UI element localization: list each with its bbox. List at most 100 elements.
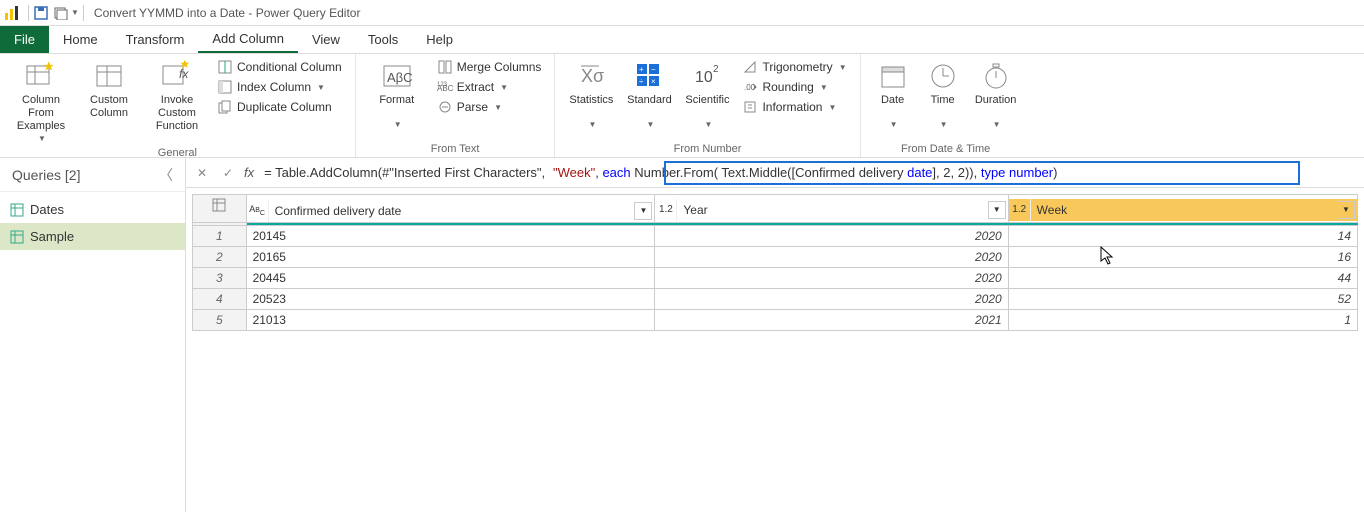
parse-button[interactable]: Parse▼ (434, 98, 545, 116)
scientific-icon: 102 (691, 60, 723, 92)
table-icon (93, 60, 125, 92)
data-grid[interactable]: ABC Confirmed delivery date ▼ 1.2 Year ▼… (192, 194, 1358, 331)
custom-column-label: Custom Column (80, 94, 138, 120)
cell[interactable]: 20445 (246, 267, 655, 288)
duration-button[interactable]: Duration▼ (971, 58, 1021, 132)
triangle-icon (742, 59, 758, 75)
index-column-button[interactable]: Index Column▼ (214, 78, 345, 96)
extract-button[interactable]: ABC123 Extract▼ (434, 78, 545, 96)
query-label: Sample (30, 229, 74, 244)
stopwatch-icon (980, 60, 1012, 92)
cell[interactable]: 16 (1008, 246, 1357, 267)
type-number-icon[interactable]: 1.2 (655, 199, 677, 221)
formula-input[interactable]: = Table.AddColumn(#"Inserted First Chara… (264, 165, 1358, 181)
collapse-icon[interactable]: 〈 (159, 165, 173, 185)
column-header-year[interactable]: 1.2 Year ▼ (655, 195, 1008, 223)
table-fx-icon: fx (161, 60, 193, 92)
duplicate-column-button[interactable]: Duplicate Column (214, 98, 345, 116)
table-row[interactable]: 2 20165 2020 16 (193, 246, 1358, 267)
cell[interactable]: 21013 (246, 309, 655, 330)
qat-dropdown-icon[interactable]: ▼ (71, 8, 79, 17)
title-bar: ▼ Convert YYMMD into a Date - Power Quer… (0, 0, 1364, 26)
cell[interactable]: 52 (1008, 288, 1357, 309)
standard-icon: +−÷× (633, 60, 665, 92)
column-filter-icon[interactable]: ▼ (1337, 201, 1355, 219)
row-number: 1 (193, 225, 247, 246)
column-from-examples-button[interactable]: Column From Examples▼ (10, 58, 72, 145)
standard-button[interactable]: +−÷× Standard▼ (623, 58, 675, 132)
table-row[interactable]: 3 20445 2020 44 (193, 267, 1358, 288)
cell[interactable]: 44 (1008, 267, 1357, 288)
svg-text:123: 123 (437, 82, 448, 88)
scientific-button[interactable]: 102 Scientific▼ (681, 58, 733, 132)
extract-icon: ABC123 (437, 79, 453, 95)
formula-bar: ✕ ✓ fx = Table.AddColumn(#"Inserted Firs… (186, 158, 1364, 188)
column-header-week[interactable]: 1.2 Week ▼ (1008, 195, 1357, 223)
column-filter-icon[interactable]: ▼ (988, 201, 1006, 219)
invoke-custom-function-button[interactable]: fx Invoke Custom Function (146, 58, 208, 136)
merge-icon (437, 59, 453, 75)
parse-icon (437, 99, 453, 115)
cell[interactable]: 2020 (655, 225, 1008, 246)
tab-home[interactable]: Home (49, 26, 112, 53)
tab-file[interactable]: File (0, 26, 49, 53)
table-row[interactable]: 4 20523 2020 52 (193, 288, 1358, 309)
table-row[interactable]: 1 20145 2020 14 (193, 225, 1358, 246)
tab-view[interactable]: View (298, 26, 354, 53)
conditional-column-button[interactable]: Conditional Column (214, 58, 345, 76)
queries-pane: Queries [2] 〈 Dates Sample (0, 158, 186, 512)
grid-corner[interactable] (193, 195, 247, 223)
cell[interactable]: 20523 (246, 288, 655, 309)
queries-header: Queries [2] 〈 (0, 158, 185, 192)
date-button[interactable]: Date▼ (871, 58, 915, 132)
table-row[interactable]: 5 21013 2021 1 (193, 309, 1358, 330)
tab-add-column[interactable]: Add Column (198, 26, 298, 53)
table-star-icon (25, 60, 57, 92)
svg-text:×: × (651, 77, 656, 86)
group-label-from-datetime: From Date & Time (871, 141, 1021, 155)
svg-text:÷: ÷ (639, 77, 644, 86)
rounding-button[interactable]: .00 Rounding▼ (739, 78, 849, 96)
column-header-confirmed-date[interactable]: ABC Confirmed delivery date ▼ (246, 195, 655, 223)
type-text-icon[interactable]: ABC (247, 200, 269, 222)
information-button[interactable]: Information▼ (739, 98, 849, 116)
cell[interactable]: 2020 (655, 288, 1008, 309)
save-icon[interactable] (33, 5, 49, 21)
qat-icon[interactable] (53, 5, 69, 21)
row-number: 4 (193, 288, 247, 309)
cell[interactable]: 1 (1008, 309, 1357, 330)
time-button[interactable]: Time▼ (921, 58, 965, 132)
type-number-icon[interactable]: 1.2 (1009, 199, 1031, 221)
query-item-sample[interactable]: Sample (0, 223, 185, 250)
tab-tools[interactable]: Tools (354, 26, 412, 53)
row-number: 3 (193, 267, 247, 288)
format-button[interactable]: AβC Format▼ (366, 58, 428, 132)
query-label: Dates (30, 202, 64, 217)
column-filter-icon[interactable]: ▼ (634, 202, 652, 220)
merge-columns-button[interactable]: Merge Columns (434, 58, 545, 76)
statistics-button[interactable]: Xσ Statistics▼ (565, 58, 617, 132)
cell[interactable]: 20165 (246, 246, 655, 267)
ribbon-group-from-number: Xσ Statistics▼ +−÷× Standard▼ 102 Scient… (555, 54, 860, 157)
cell[interactable]: 14 (1008, 225, 1357, 246)
ribbon-group-from-datetime: Date▼ Time▼ Duration▼ From Date & Time (861, 54, 1031, 157)
trigonometry-button[interactable]: Trigonometry▼ (739, 58, 849, 76)
custom-column-button[interactable]: Custom Column (78, 58, 140, 122)
query-item-dates[interactable]: Dates (0, 196, 185, 223)
accept-formula-button[interactable]: ✓ (218, 163, 238, 183)
ribbon: Column From Examples▼ Custom Column fx I… (0, 54, 1364, 158)
cell[interactable]: 20145 (246, 225, 655, 246)
tab-help[interactable]: Help (412, 26, 467, 53)
format-label: Format (379, 94, 414, 107)
rounding-icon: .00 (742, 79, 758, 95)
cell[interactable]: 2021 (655, 309, 1008, 330)
svg-text:2: 2 (713, 64, 719, 75)
index-icon (217, 79, 233, 95)
duplicate-icon (217, 99, 233, 115)
cell[interactable]: 2020 (655, 246, 1008, 267)
svg-text:Xσ: Xσ (581, 66, 604, 86)
svg-text:fx: fx (179, 67, 189, 81)
cancel-formula-button[interactable]: ✕ (192, 163, 212, 183)
cell[interactable]: 2020 (655, 267, 1008, 288)
tab-transform[interactable]: Transform (112, 26, 199, 53)
